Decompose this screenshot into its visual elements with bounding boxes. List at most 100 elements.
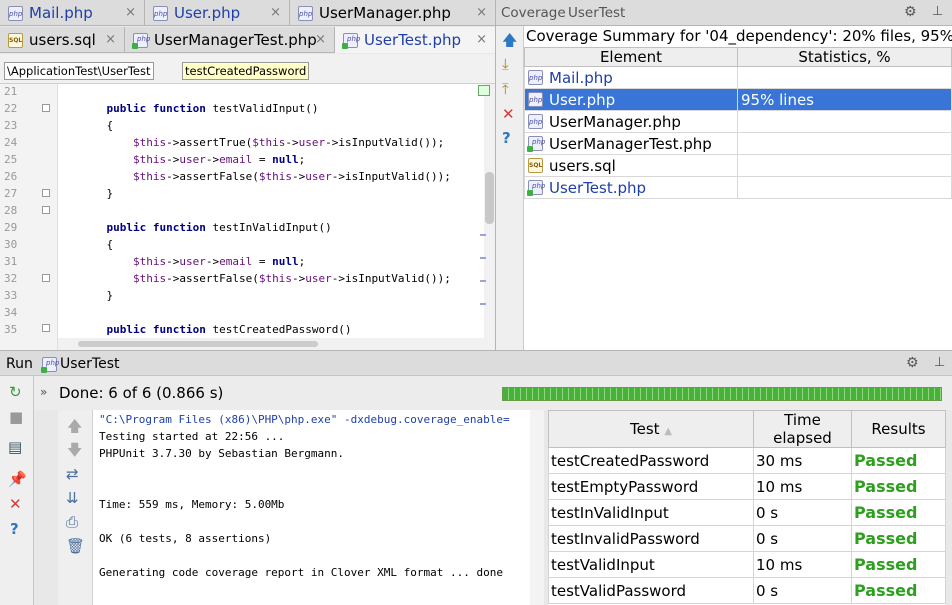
code-editor[interactable]: 21 22 23 24 25 26 27 28 29 30 31 32 33 3… <box>0 84 495 350</box>
code-line: } <box>80 187 114 200</box>
close-icon[interactable]: × <box>476 32 487 47</box>
print-icon[interactable]: ⎙ <box>66 514 78 530</box>
stop-icon[interactable]: ■ <box>9 409 23 425</box>
layout-icon[interactable]: ▤ <box>8 439 22 455</box>
coverage-row[interactable]: UserManager.php <box>524 110 952 133</box>
column-header-time[interactable]: Time elapsed <box>753 410 852 448</box>
fold-marker-icon[interactable] <box>42 274 50 282</box>
error-stripe-mark[interactable] <box>480 303 486 305</box>
error-stripe-mark[interactable] <box>480 280 486 282</box>
code-line: $this->assertFalse($this->user->isInputV… <box>132 170 451 183</box>
test-name-cell: testInvalidPassword <box>548 525 754 552</box>
coverage-element-label: Mail.php <box>549 68 613 87</box>
close-icon[interactable]: ✕ <box>9 496 22 512</box>
code-line: public function testCreatedPassword() <box>106 323 352 336</box>
line-number: 35 <box>4 323 18 336</box>
column-header-statistics[interactable]: Statistics, % <box>737 47 952 67</box>
help-icon[interactable]: ? <box>10 521 19 537</box>
scroll-to-end-icon[interactable]: ⇊ <box>66 490 79 506</box>
hide-panel-icon[interactable]: ⊥ <box>932 4 943 19</box>
editor-tab-row-1: Mail.php × User.php × UserManager.php × <box>0 0 495 26</box>
help-icon[interactable]: ? <box>502 130 511 146</box>
test-name-cell: testInValidInput <box>548 499 754 526</box>
rerun-icon[interactable]: ↻ <box>9 384 22 400</box>
coverage-row[interactable]: User.php 95% lines <box>524 88 952 111</box>
go-up-icon[interactable]: 🡅 <box>502 32 517 48</box>
coverage-summary: Coverage Summary for '04_dependency': 20… <box>524 26 952 46</box>
php-file-icon <box>528 91 543 107</box>
close-icon[interactable]: × <box>476 5 487 20</box>
test-result-row[interactable]: testEmptyPassword 10 ms Passed <box>548 473 946 500</box>
tab-mail-php[interactable]: Mail.php × <box>0 0 145 26</box>
test-result-row[interactable]: testValidInput 10 ms Passed <box>548 551 946 578</box>
tab-users-sql[interactable]: users.sql × <box>0 27 125 53</box>
test-result-cell: Passed <box>851 473 946 500</box>
autoscroll-icon[interactable]: ⤒ <box>502 81 509 97</box>
run-tab-label[interactable]: Run <box>6 356 33 372</box>
tab-usermanagertest-php[interactable]: UserManagerTest.php × <box>125 27 335 53</box>
column-header-results[interactable]: Results <box>851 410 946 448</box>
coverage-row[interactable]: UserTest.php <box>524 176 952 199</box>
test-time-cell: 30 ms <box>753 447 852 474</box>
close-icon[interactable]: × <box>125 5 136 20</box>
tab-label: users.sql <box>29 31 96 49</box>
close-icon[interactable]: × <box>315 32 326 47</box>
line-number: 30 <box>4 238 18 251</box>
coverage-element-label: UserManager.php <box>549 112 681 131</box>
tab-user-php[interactable]: User.php × <box>145 0 290 26</box>
breadcrumb-class[interactable]: \ApplicationTest\UserTest <box>4 62 154 80</box>
line-number: 32 <box>4 272 18 285</box>
hide-panel-icon[interactable]: ⊥ <box>934 355 945 370</box>
column-header-test[interactable]: Test ▲ <box>548 410 754 448</box>
error-stripe-mark[interactable] <box>480 257 486 259</box>
console-toolbar: 🡅 🡇 ⇄ ⇊ ⎙ 🗑 <box>58 410 93 605</box>
expand-icon[interactable]: » <box>40 385 47 399</box>
fold-marker-icon[interactable] <box>42 324 50 332</box>
console-output[interactable]: "C:\Program Files (x86)\PHP\php.exe" -dx… <box>93 410 530 605</box>
test-result-cell: Passed <box>851 525 946 552</box>
tab-label: UserManager.php <box>319 4 451 22</box>
inspection-status-icon[interactable] <box>478 85 490 96</box>
code-line: public function testInValidInput() <box>106 221 332 234</box>
line-number: 28 <box>4 204 18 217</box>
fold-marker-icon[interactable] <box>42 189 50 197</box>
sql-file-icon <box>528 157 543 173</box>
fold-marker-icon[interactable] <box>42 104 50 112</box>
fold-marker-icon[interactable] <box>42 206 50 214</box>
coverage-row[interactable]: users.sql <box>524 154 952 177</box>
tab-usertest-php[interactable]: UserTest.php × <box>335 27 495 53</box>
test-result-row[interactable]: testInValidInput 0 s Passed <box>548 499 946 526</box>
coverage-stats-cell <box>737 176 952 199</box>
coverage-row[interactable]: UserManagerTest.php <box>524 132 952 155</box>
console-scrollbar[interactable] <box>530 410 544 605</box>
flatten-packages-icon[interactable]: ⤓ <box>502 56 509 72</box>
tab-usermanager-php[interactable]: UserManager.php × <box>290 0 495 26</box>
test-result-row[interactable]: testValidPassword 0 s Passed <box>548 577 946 604</box>
code-line: { <box>80 119 114 132</box>
gear-icon[interactable]: ⚙ <box>904 4 917 20</box>
coverage-row[interactable]: Mail.php <box>524 66 952 89</box>
arrow-down-icon[interactable]: 🡇 <box>67 442 82 458</box>
close-icon[interactable]: ✕ <box>502 106 515 122</box>
gear-icon[interactable]: ⚙ <box>906 355 919 371</box>
test-result-row[interactable]: testCreatedPassword 30 ms Passed <box>548 447 946 474</box>
column-header-element[interactable]: Element <box>524 47 738 67</box>
editor-vertical-scrollbar[interactable] <box>484 84 495 350</box>
breadcrumb-method[interactable]: testCreatedPassword <box>182 62 310 80</box>
test-result-row[interactable]: testInvalidPassword 0 s Passed <box>548 525 946 552</box>
test-results: Test ▲ Time elapsed Results testCreatedP… <box>548 410 946 605</box>
test-time-cell: 0 s <box>753 577 852 604</box>
editor-horizontal-scrollbar[interactable] <box>58 338 484 350</box>
arrow-up-icon[interactable]: 🡅 <box>67 418 82 434</box>
trash-icon[interactable]: 🗑 <box>66 538 85 554</box>
error-stripe-mark[interactable] <box>480 234 486 236</box>
php-test-file-icon <box>41 357 59 373</box>
test-time-cell: 0 s <box>753 499 852 526</box>
soft-wrap-icon[interactable]: ⇄ <box>66 466 79 482</box>
close-icon[interactable]: × <box>270 5 281 20</box>
close-icon[interactable]: × <box>105 32 116 47</box>
pin-icon[interactable]: 📌 <box>8 471 27 487</box>
run-toolbar: ↻ ■ ▤ 📌 ✕ ? <box>0 376 34 605</box>
php-file-icon <box>528 69 543 85</box>
line-number: 24 <box>4 136 18 149</box>
